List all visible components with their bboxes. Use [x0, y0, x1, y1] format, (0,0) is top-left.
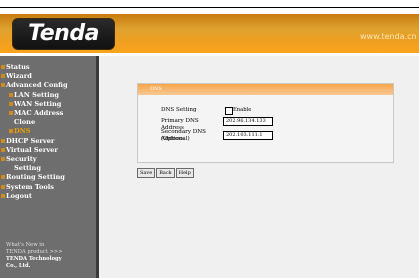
- sidebar-item-label: Virtual Server: [6, 145, 58, 154]
- secondary-dns-optional-label: (Optional): [161, 136, 190, 142]
- bullet-icon: [1, 138, 5, 143]
- bullet-icon: [1, 74, 5, 79]
- sidebar-item-label: LAN Setting: [14, 90, 60, 99]
- bullet-icon: [1, 83, 5, 88]
- bullet-icon: [9, 129, 13, 134]
- footer-company-suffix: Co., Ltd.: [6, 263, 31, 269]
- sidebar-item-label: WAN Setting: [14, 99, 62, 108]
- button-group: Save Back Help: [137, 168, 195, 187]
- sidebar-item-virtual-server[interactable]: Virtual Server: [0, 146, 96, 154]
- sidebar-item-routing-setting[interactable]: Routing Setting: [0, 173, 96, 181]
- bullet-icon: [1, 65, 5, 69]
- sidebar-item-wan-setting[interactable]: WAN Setting: [0, 100, 96, 108]
- sidebar-item-mac-address[interactable]: MAC Address: [0, 109, 96, 117]
- sidebar-item-label: DHCP Server: [6, 136, 55, 145]
- save-button[interactable]: Save: [137, 168, 156, 178]
- sidebar-item-label: Clone: [14, 118, 36, 127]
- tenda-logo: Tenda: [12, 18, 115, 50]
- bullet-icon: [1, 157, 5, 162]
- main-content: DNS DNS Setting Enable Primary DNS Addre…: [99, 56, 419, 278]
- sidebar-item-label: MAC Address: [14, 109, 64, 118]
- sidebar-item-system-tools[interactable]: System Tools: [0, 183, 96, 191]
- site-url[interactable]: www.tenda.cn: [360, 32, 419, 41]
- bullet-icon: [1, 193, 5, 198]
- sidebar-item-advanced-config[interactable]: Advanced Config: [0, 81, 96, 89]
- dns-enable-checkbox[interactable]: [225, 107, 233, 115]
- footer-line-1[interactable]: What's New in: [6, 242, 94, 249]
- sidebar-nav: Status Wizard Advanced Config LAN Setting WA…: [0, 63, 96, 201]
- sidebar-item-label: System Tools: [6, 182, 54, 191]
- bullet-icon: [1, 147, 5, 152]
- dns-setting-label: DNS Setting: [161, 107, 197, 113]
- bullet-icon: [1, 184, 5, 189]
- sidebar-item-label: Wizard: [6, 72, 32, 81]
- sidebar-item-wizard[interactable]: Wizard: [0, 72, 96, 80]
- help-button[interactable]: Help: [175, 168, 194, 178]
- sidebar-item-label: Status: [6, 63, 30, 71]
- sidebar-item-label: Logout: [6, 191, 32, 200]
- back-button[interactable]: Back: [156, 168, 175, 178]
- sidebar: Status Wizard Advanced Config LAN Setting WA…: [0, 56, 99, 278]
- top-border-line: [0, 7, 419, 8]
- sidebar-item-label: Security: [6, 155, 37, 164]
- bullet-icon: [9, 92, 13, 97]
- footer-line-2[interactable]: TENDA product >>>: [6, 249, 94, 256]
- secondary-dns-field[interactable]: 202.103.111.1: [223, 131, 273, 140]
- bullet-icon: [9, 111, 13, 116]
- sidebar-item-security[interactable]: Security: [0, 155, 96, 163]
- sidebar-item-dhcp-server[interactable]: DHCP Server: [0, 137, 96, 145]
- panel-title: DNS: [138, 84, 393, 95]
- sidebar-item-setting[interactable]: Setting: [0, 164, 96, 172]
- sidebar-item-label: Setting: [14, 164, 41, 173]
- sidebar-item-lan-setting[interactable]: LAN Setting: [0, 91, 96, 99]
- sidebar-item-label: Routing Setting: [6, 173, 65, 182]
- sidebar-item-clone[interactable]: Clone: [0, 118, 96, 126]
- bullet-icon: [9, 101, 13, 106]
- sidebar-item-label: Advanced Config: [6, 81, 68, 90]
- footer-company: TENDA Technology: [6, 256, 62, 262]
- enable-label: Enable: [233, 107, 252, 113]
- sidebar-footer: What's New in TENDA product >>> TENDA Te…: [6, 242, 94, 270]
- sidebar-item-label: DNS: [14, 127, 31, 136]
- bullet-icon: [1, 175, 5, 180]
- dns-settings-panel: DNS DNS Setting Enable Primary DNS Addre…: [137, 83, 394, 163]
- sidebar-item-status[interactable]: Status: [0, 63, 96, 71]
- sidebar-item-dns[interactable]: DNS: [0, 127, 96, 135]
- sidebar-item-logout[interactable]: Logout: [0, 192, 96, 200]
- primary-dns-field[interactable]: 202.96.134.133: [223, 117, 273, 126]
